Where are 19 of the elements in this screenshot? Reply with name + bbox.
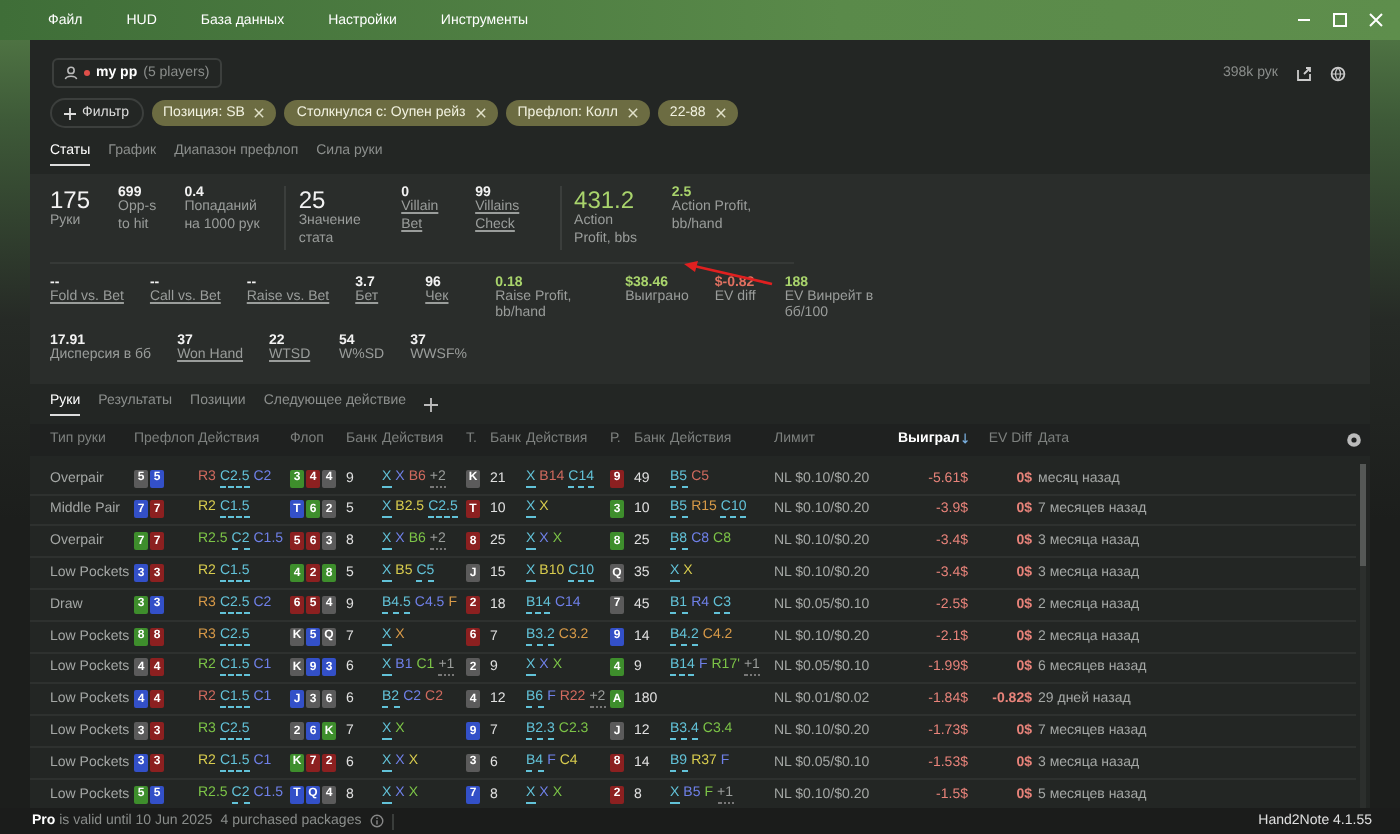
export-icon[interactable] (1296, 65, 1312, 81)
plus-icon (64, 107, 76, 119)
user-icon (64, 66, 78, 80)
maximize-icon[interactable] (1332, 12, 1348, 28)
stat-value: 25 (298, 186, 328, 214)
settings-icon[interactable] (1346, 431, 1362, 448)
scrollbar[interactable] (1360, 463, 1366, 808)
close-icon[interactable] (475, 108, 486, 118)
stat-value: 175 (50, 186, 91, 214)
close-icon[interactable] (627, 108, 638, 118)
globe-icon[interactable] (1330, 65, 1346, 81)
close-icon[interactable] (254, 108, 265, 118)
annotation-arrow (682, 258, 774, 286)
close-icon[interactable] (715, 108, 726, 118)
info-icon[interactable] (369, 814, 384, 828)
sort-icon[interactable] (961, 432, 968, 447)
add-tab-icon[interactable] (424, 397, 439, 412)
status-dot (84, 70, 90, 76)
stat-value: 431.2 (574, 186, 637, 214)
